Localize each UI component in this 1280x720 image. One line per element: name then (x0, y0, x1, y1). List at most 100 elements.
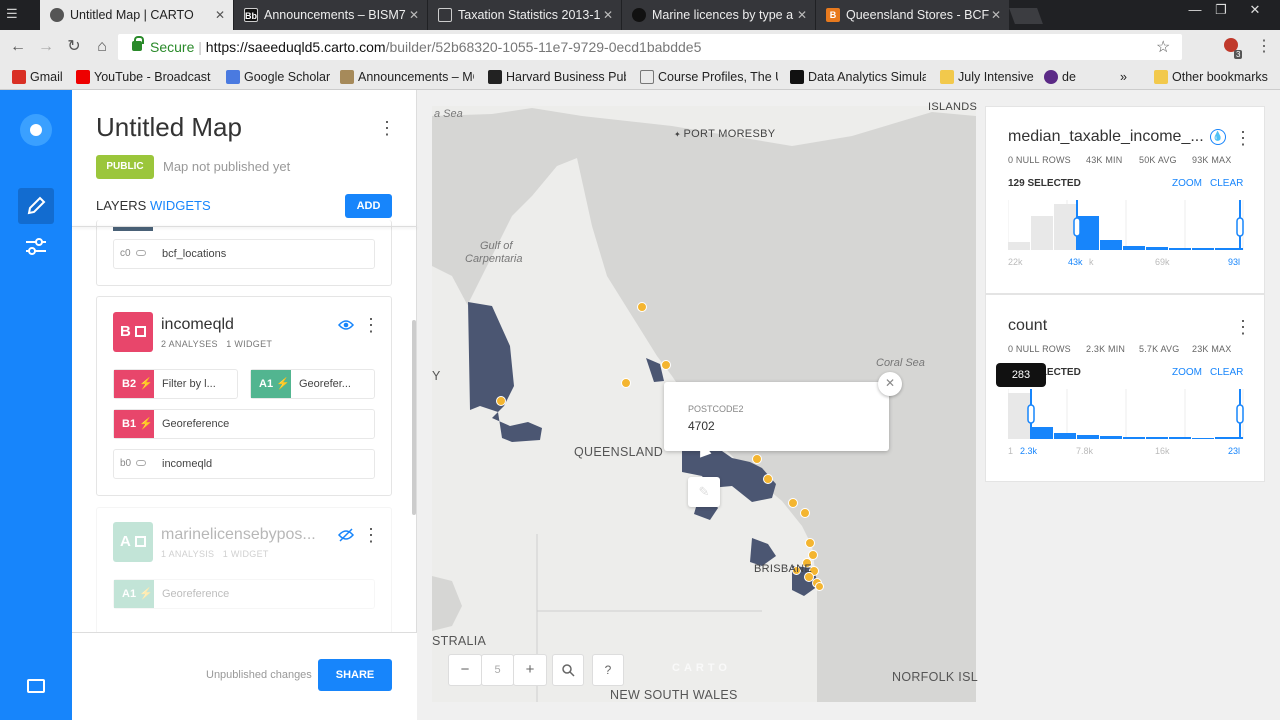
widget-count-zoom[interactable]: ZOOM (1172, 367, 1202, 378)
restore-icon[interactable]: ❐ (1206, 0, 1236, 22)
browser-tab-announcements[interactable]: Bb Announcements – BISM7 ✕ (234, 0, 428, 30)
store-point[interactable] (805, 538, 815, 548)
widget-count-options-icon[interactable]: ⋮ (1234, 318, 1252, 336)
widget-median-axis-0: 22k (1008, 257, 1023, 267)
chrome-menu-icon[interactable]: ⋮ (1256, 36, 1272, 56)
bookmark-harvard[interactable]: Harvard Business Pub (488, 68, 626, 86)
carto-favicon-icon (50, 8, 64, 22)
browser-tab-carto[interactable]: Untitled Map | CARTO ✕ (40, 0, 234, 30)
browser-tab-marine[interactable]: Marine licences by type a ✕ (622, 0, 816, 30)
store-point[interactable] (800, 508, 810, 518)
widget-count-clear[interactable]: CLEAR (1210, 367, 1243, 378)
carto-logo-icon[interactable] (20, 114, 52, 146)
map-options-icon[interactable]: ⋮ (378, 119, 396, 137)
bookmark-course-profiles[interactable]: Course Profiles, The U (640, 68, 778, 86)
store-point[interactable] (752, 454, 762, 464)
new-tab-button[interactable] (1009, 8, 1043, 24)
tab-widgets[interactable]: WIDGETS (150, 198, 211, 213)
layer-b-options-icon[interactable]: ⋮ (362, 316, 380, 334)
widget-count-max: 23K MAX (1192, 344, 1232, 354)
widget-median-zoom[interactable]: ZOOM (1172, 178, 1202, 189)
bookmark-data-analytics[interactable]: Data Analytics Simula (790, 68, 926, 86)
bookmark-announcements[interactable]: Announcements – MG (340, 68, 474, 86)
close-icon[interactable]: ✕ (603, 0, 613, 30)
bookmark-google-scholar[interactable]: Google Scholar (226, 68, 330, 86)
tab-layers[interactable]: LAYERS (96, 198, 146, 213)
store-point[interactable] (496, 396, 506, 406)
source-row-c0[interactable]: c0 bcf_locations (113, 239, 375, 269)
map-label-islands: ISLANDS (928, 101, 978, 113)
bookmark-july-intensive[interactable]: July Intensive (940, 68, 1034, 86)
store-point[interactable] (621, 378, 631, 388)
bookmark-de[interactable]: de (1044, 68, 1076, 86)
widget-median-axis-3: 69k (1155, 257, 1170, 267)
settings-sliders-icon[interactable] (24, 236, 48, 258)
close-icon[interactable]: ✕ (797, 0, 807, 30)
widget-median-options-icon[interactable]: ⋮ (1234, 129, 1252, 147)
address-bar[interactable]: Secure | https://saeeduqld5.carto.com/bu… (118, 34, 1182, 60)
layer-a-meta: 1 ANALYSIS 1 WIDGET (161, 549, 269, 559)
chat-icon[interactable] (27, 679, 45, 693)
layer-a-options-icon[interactable]: ⋮ (362, 526, 380, 544)
close-icon[interactable]: ✕ (409, 0, 419, 30)
back-arrow-icon[interactable]: ← (8, 37, 28, 57)
store-point[interactable] (637, 302, 647, 312)
scholar-icon (226, 70, 240, 84)
layer-a-name[interactable]: marinelicensebypos... (161, 526, 326, 544)
github-favicon-icon (632, 8, 646, 22)
analysis-row-a1-marine[interactable]: A1 ⚡ Georeference (113, 579, 375, 609)
analysis-row-a1[interactable]: A1 ⚡ Georefer... (250, 369, 375, 399)
zoom-out-button[interactable]: − (448, 654, 482, 686)
browser-tab-taxation[interactable]: Taxation Statistics 2013-1 ✕ (428, 0, 622, 30)
layer-a-badge[interactable]: A (113, 522, 153, 562)
store-point[interactable] (815, 582, 824, 591)
help-button[interactable]: ? (592, 654, 624, 686)
other-bookmarks[interactable]: Other bookmarks (1154, 68, 1268, 86)
add-layer-button[interactable]: ADD (345, 194, 392, 218)
search-button[interactable] (552, 654, 584, 686)
browser-menu-icon[interactable]: ☰ (6, 6, 26, 24)
store-point[interactable] (661, 360, 671, 370)
widget-count-axis-2: 7.8k (1076, 446, 1094, 456)
analysis-row-b1[interactable]: B1 ⚡ Georeference (113, 409, 375, 439)
forward-arrow-icon[interactable]: → (36, 37, 56, 57)
edit-geometry-button[interactable]: ✎ (688, 477, 720, 507)
widget-median-clear[interactable]: CLEAR (1210, 178, 1243, 189)
layer-b-badge[interactable]: B (113, 312, 153, 352)
visibility-hidden-eye-icon[interactable] (338, 528, 354, 542)
builder-rail (0, 90, 72, 720)
widget-count-histogram[interactable] (1008, 389, 1244, 441)
close-icon[interactable]: ✕ (215, 0, 225, 30)
widget-count-axis-1: 2.3k (1020, 446, 1038, 456)
map-label-brisbane: BRISBANE (754, 563, 813, 575)
store-point[interactable] (788, 498, 798, 508)
hbp-icon (488, 70, 502, 84)
analysis-row-b2[interactable]: B2 ⚡ Filter by l... (113, 369, 238, 399)
close-icon[interactable]: ✕ (991, 0, 1001, 30)
browser-tab-queensland-stores[interactable]: B Queensland Stores - BCF ✕ (816, 0, 1010, 30)
home-icon[interactable]: ⌂ (92, 37, 112, 57)
bookmark-youtube[interactable]: YouTube - Broadcast (76, 68, 211, 86)
share-button[interactable]: SHARE (318, 659, 392, 691)
window-close-icon[interactable]: ✕ (1240, 0, 1270, 22)
widget-count-title: count (1008, 317, 1048, 334)
visibility-eye-icon[interactable] (338, 318, 354, 330)
edit-pencil-button[interactable] (18, 188, 54, 224)
source-row-b0[interactable]: b0 incomeqld (113, 449, 375, 479)
widget-median-histogram[interactable] (1008, 200, 1244, 252)
bookmark-star-icon[interactable]: ☆ (1156, 37, 1170, 57)
bookmark-gmail[interactable]: Gmail (12, 68, 63, 86)
bcf-favicon-icon: B (826, 8, 840, 22)
widget-median-axis-1: 43k (1068, 257, 1083, 267)
reload-icon[interactable]: ↻ (64, 37, 84, 57)
widget-color-drop-icon[interactable]: 💧 (1210, 129, 1226, 145)
zoom-in-button[interactable]: + (513, 654, 547, 686)
privacy-badge[interactable]: PUBLIC (96, 155, 154, 179)
map-title[interactable]: Untitled Map (96, 112, 242, 143)
map-label-carpentaria: Carpentaria (465, 253, 523, 265)
store-point[interactable] (763, 474, 773, 484)
bookmarks-overflow-button[interactable]: » (1116, 68, 1127, 86)
layer-b-name[interactable]: incomeqld (161, 316, 234, 334)
layers-scrollbar[interactable] (412, 320, 416, 515)
popup-close-icon[interactable]: ✕ (878, 372, 902, 396)
